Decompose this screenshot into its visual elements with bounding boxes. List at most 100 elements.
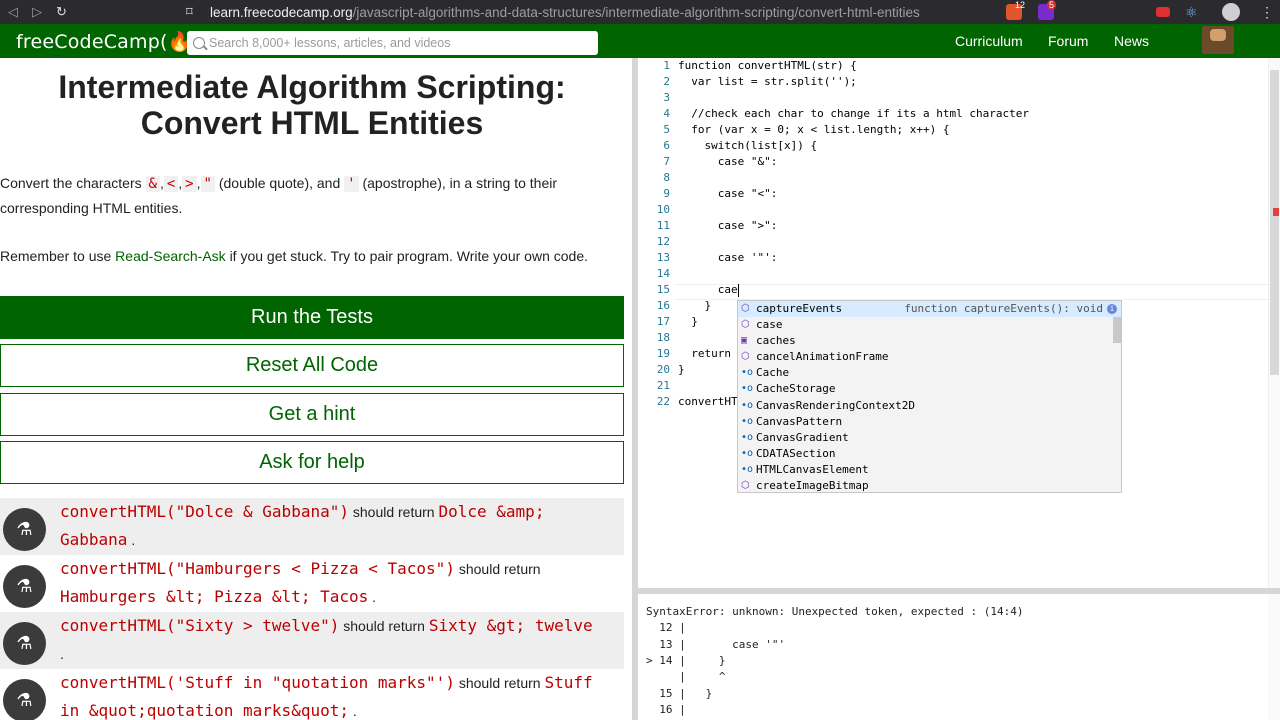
fcc-logo[interactable]: freeCodeCamp(🔥) <box>16 30 199 53</box>
suggestion-item[interactable]: •o CanvasPattern <box>738 414 1121 430</box>
nav-link-news[interactable]: News <box>1114 33 1149 49</box>
code-line[interactable]: 9 case "<": <box>638 186 1268 202</box>
flask-icon: ⚗ <box>3 679 46 720</box>
extension-icon[interactable]: 5 <box>1038 0 1057 24</box>
nav-link-forum[interactable]: Forum <box>1048 33 1088 49</box>
line-number: 6 <box>663 139 670 152</box>
line-code: } <box>678 315 698 328</box>
line-number: 16 <box>656 299 670 312</box>
reload-icon[interactable]: ↻ <box>56 4 67 20</box>
test-call: convertHTML('Stuff in "quotation marks"'… <box>60 673 455 692</box>
page-title: Intermediate Algorithm Scripting: Conver… <box>58 69 566 141</box>
suggestion-label: CacheStorage <box>756 382 836 396</box>
test-item: ⚗ convertHTML('Stuff in "quotation marks… <box>0 669 624 720</box>
suggestion-item[interactable]: •o CanvasRenderingContext2D <box>738 398 1121 414</box>
code-line[interactable]: 8 <box>638 170 1268 186</box>
suggestion-item[interactable]: •o CanvasGradient <box>738 430 1121 446</box>
code-line[interactable]: 6 switch(list[x]) { <box>638 138 1268 154</box>
autocomplete-popup: ⬡ captureEvents function captureEvents(): … <box>737 300 1122 493</box>
test-result: Sixty &gt; twelve <box>428 616 593 635</box>
test-item: ⚗ convertHTML("Sixty > twelve") should r… <box>0 612 624 669</box>
info-icon[interactable]: i <box>1107 304 1117 314</box>
code-line[interactable]: 5 for (var x = 0; x < list.length; x++) … <box>638 122 1268 138</box>
code-line[interactable]: 15 cae <box>638 282 1268 298</box>
suggestion-item[interactable]: ⬡ captureEvents function captureEvents(): … <box>738 301 1121 318</box>
line-number: 22 <box>656 395 670 408</box>
line-number: 3 <box>663 91 670 104</box>
line-code: var list = str.split(''); <box>678 75 857 88</box>
char-lt: < <box>163 176 179 192</box>
code-line[interactable]: 3 <box>638 90 1268 106</box>
line-number: 14 <box>656 267 670 280</box>
code-line[interactable]: 12 <box>638 234 1268 250</box>
challenge-description: Convert the characters &, <, >, " (double q… <box>0 175 558 216</box>
suggestion-item[interactable]: •o HTMLCanvasElement <box>738 462 1121 478</box>
code-line[interactable]: 7 case "&": <box>638 154 1268 170</box>
desc-text: (double quote), and <box>218 175 341 191</box>
editor-scroll-thumb[interactable] <box>1270 70 1279 375</box>
menu-icon[interactable]: ⋮ <box>1260 0 1274 24</box>
cube-icon: ⬡ <box>741 351 750 363</box>
brave-count: 12 <box>1015 0 1026 10</box>
avatar[interactable] <box>1202 26 1234 54</box>
code-line[interactable]: 13 case '"': <box>638 250 1268 266</box>
suggestion-label: captureEvents <box>756 302 843 315</box>
suggestion-item[interactable]: •o Cache <box>738 365 1121 381</box>
code-line[interactable]: 4 //check each char to change if its a h… <box>638 106 1268 122</box>
console-scrollbar[interactable] <box>1268 594 1280 720</box>
search-placeholder: Search 8,000+ lessons, articles, and vid… <box>209 36 451 50</box>
bookmark-icon[interactable]: ⌑ <box>186 4 193 20</box>
line-number: 1 <box>663 59 670 72</box>
line-number: 4 <box>663 107 670 120</box>
code-line[interactable]: 1 function convertHTML(str) { <box>638 58 1268 74</box>
address-bar[interactable]: learn.freecodecamp.org/javascript-algori… <box>210 0 920 24</box>
back-icon[interactable]: ◁ <box>8 4 18 20</box>
suggestion-item[interactable]: ⬡ createImageBitmap <box>738 478 1121 494</box>
should-return-text: should return <box>458 561 541 577</box>
suggestion-item[interactable]: ⬡ cancelAnimationFrame <box>738 349 1121 365</box>
line-code: } <box>678 363 685 376</box>
react-devtools-icon[interactable]: ⚛ <box>1185 0 1198 24</box>
char-ampersand: & <box>145 176 160 192</box>
suggestion-item[interactable]: •o CDATASection <box>738 446 1121 462</box>
reminder-text: Remember to use <box>0 248 112 264</box>
suggestion-item[interactable]: •o CacheStorage <box>738 381 1121 397</box>
should-return-text: should return <box>352 504 435 520</box>
brave-shield-icon[interactable]: 12 <box>1006 0 1026 24</box>
suggestion-label: CanvasGradient <box>756 430 849 444</box>
nav-link-curriculum[interactable]: Curriculum <box>955 33 1023 49</box>
line-code: case '"': <box>678 251 778 264</box>
code-line[interactable]: 2 var list = str.split(''); <box>638 74 1268 90</box>
test-list: ⚗ convertHTML("Dolce & Gabbana") should … <box>0 498 632 720</box>
youtube-extension-icon[interactable] <box>1156 0 1170 24</box>
code-line[interactable]: 10 <box>638 202 1268 218</box>
forward-icon[interactable]: ▷ <box>32 4 42 20</box>
suggestion-label: Cache <box>756 366 790 380</box>
flask-icon: ⚗ <box>3 565 46 608</box>
run-tests-button[interactable]: Run the Tests <box>0 296 624 339</box>
output-console: SyntaxError: unknown: Unexpected token, … <box>638 588 1280 720</box>
ask-help-button[interactable]: Ask for help <box>0 441 624 484</box>
read-search-ask-link[interactable]: Read-Search-Ask <box>115 248 226 264</box>
code-line[interactable]: 11 case ">": <box>638 218 1268 234</box>
suggestion-label: CanvasRenderingContext2D <box>756 398 915 412</box>
line-number: 19 <box>656 347 670 360</box>
extension-count: 5 <box>1047 0 1057 10</box>
profile-icon[interactable] <box>1222 0 1240 24</box>
console-line: 15 | } <box>646 686 713 700</box>
variable-icon: •o <box>741 383 754 395</box>
cube-icon: ⬡ <box>741 303 750 314</box>
reset-code-button[interactable]: Reset All Code <box>0 344 624 387</box>
editor-scrollbar[interactable] <box>1268 58 1280 588</box>
suggestion-item[interactable]: ▣ caches <box>738 333 1121 349</box>
search-input[interactable]: Search 8,000+ lessons, articles, and vid… <box>187 31 598 55</box>
variable-icon: •o <box>741 431 754 443</box>
line-number: 21 <box>656 379 670 392</box>
suggestion-item[interactable]: ⬡ case <box>738 317 1121 333</box>
code-line[interactable]: 14 <box>638 266 1268 282</box>
should-return-text: should return <box>343 618 425 634</box>
url-host: learn.freecodecamp.org <box>210 4 353 20</box>
console-line: > 14 | } <box>646 653 726 667</box>
get-hint-button[interactable]: Get a hint <box>0 393 624 436</box>
line-code: for (var x = 0; x < list.length; x++) { <box>678 123 950 136</box>
